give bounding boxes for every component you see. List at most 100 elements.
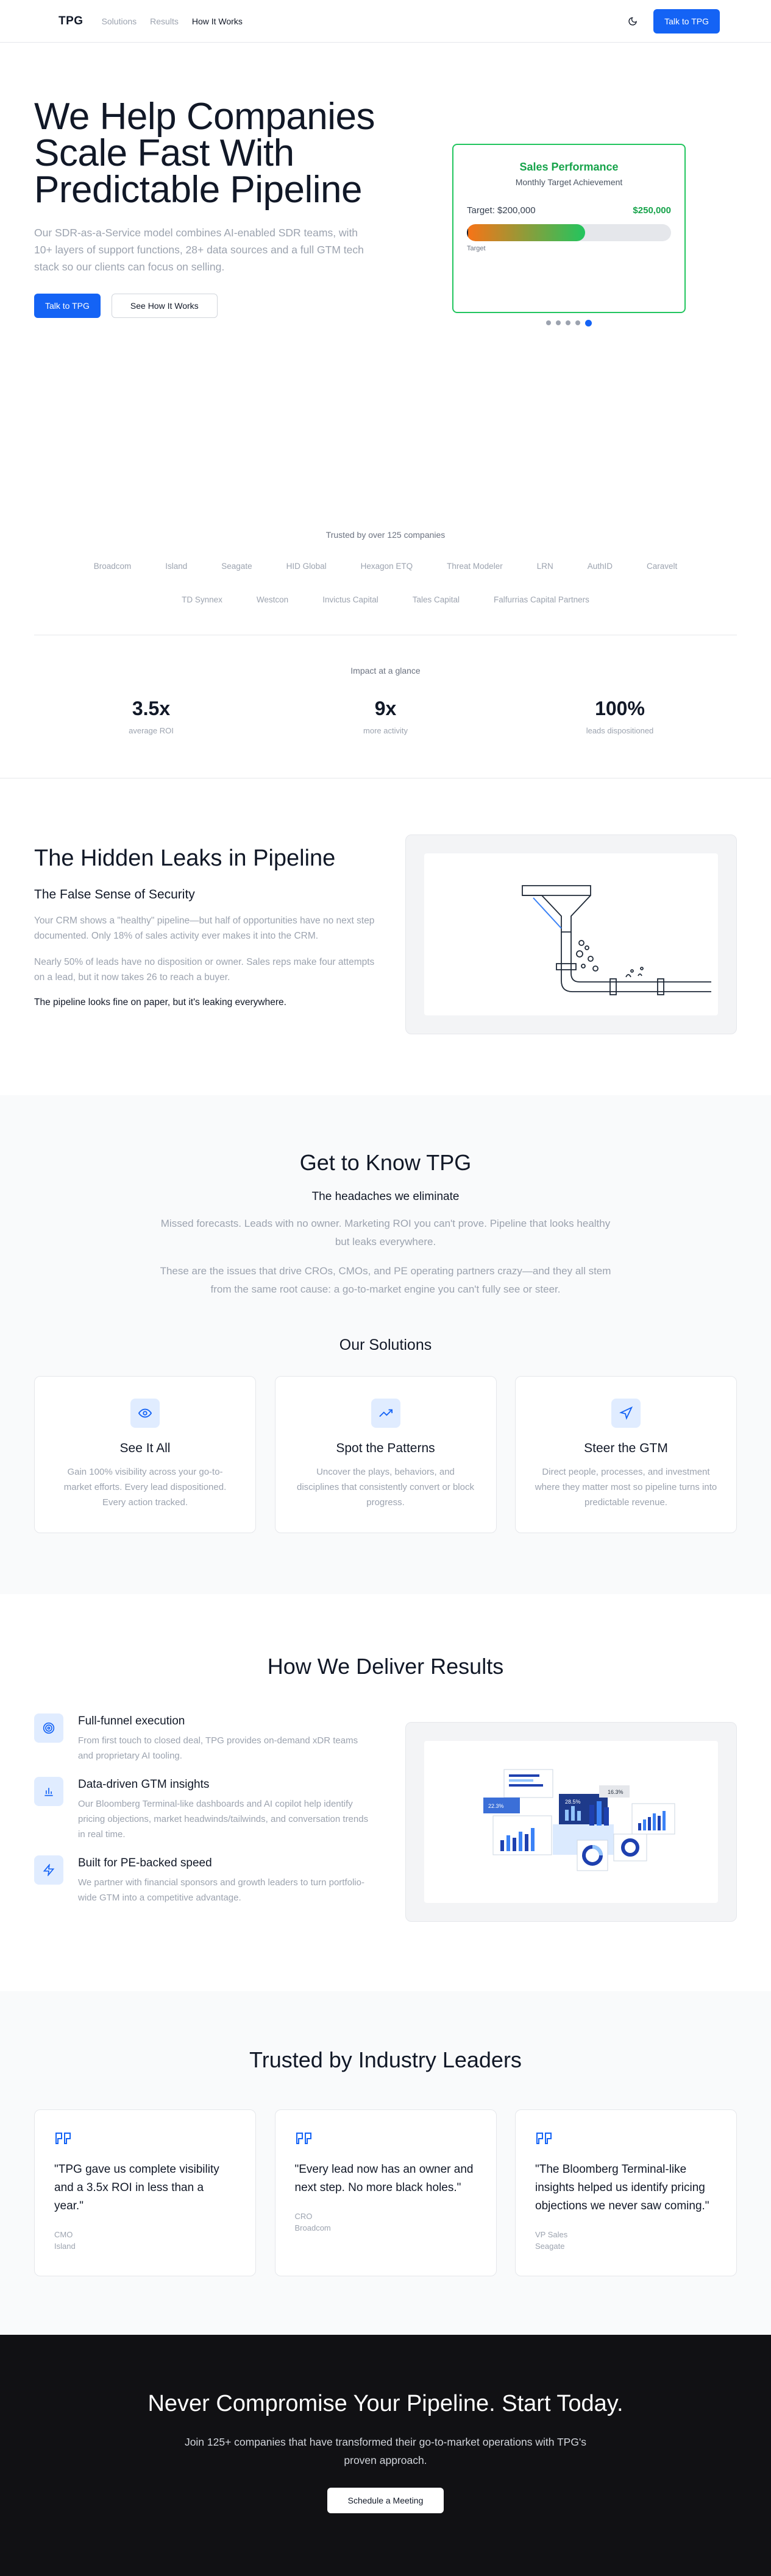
leaks-subtitle: The False Sense of Security <box>34 887 195 902</box>
carousel-dots <box>452 319 686 326</box>
target-caption: Target <box>467 245 486 252</box>
progress-fill <box>467 224 586 241</box>
testimonial-quote: "Every lead now has an owner and next st… <box>294 2163 474 2194</box>
solution-title: Spot the Patterns <box>336 1441 435 1455</box>
testimonial-role: VP Sales <box>535 2230 568 2239</box>
cta-section: Never Compromise Your Pipeline. Start To… <box>0 2335 771 2576</box>
client-logo: Falfurrias Capital Partners <box>494 595 589 604</box>
carousel-dot[interactable] <box>575 320 580 325</box>
client-logo: Seagate <box>221 562 252 571</box>
client-logo: Hexagon ETQ <box>360 562 413 571</box>
solution-text: Uncover the plays, behaviors, and discip… <box>297 1467 474 1508</box>
dash-label-1: 22.3% <box>488 1803 504 1809</box>
hero-how-button[interactable]: See How It Works <box>111 294 218 318</box>
logo[interactable]: TPG <box>59 15 83 28</box>
top-nav: TPG Solutions Results How It Works Talk … <box>0 0 771 43</box>
target-marker <box>467 224 468 241</box>
trending-up-icon <box>371 1399 400 1428</box>
impact-heading: Impact at a glance <box>350 666 421 676</box>
eye-icon <box>130 1399 160 1428</box>
leaks-paragraph-1: Your CRM shows a "healthy" pipeline—but … <box>34 916 375 941</box>
know-paragraph-2: These are the issues that drive CROs, CM… <box>160 1265 611 1295</box>
solution-text: Gain 100% visibility across your go-to-m… <box>63 1467 227 1508</box>
solution-title: See It All <box>119 1441 171 1455</box>
sales-performance-card: Sales Performance Monthly Target Achieve… <box>452 144 686 313</box>
perf-subtitle: Monthly Target Achievement <box>515 177 623 187</box>
testimonial-role: CRO <box>294 2212 313 2221</box>
stat-label: average ROI <box>129 726 174 735</box>
testimonial-company: Island <box>54 2242 76 2251</box>
cta-text: Join 125+ companies that have transforme… <box>184 2436 587 2466</box>
get-to-know-section: Get to Know TPG The headaches we elimina… <box>0 1095 771 1594</box>
deliver-results-section: How We Deliver Results Full-funnel execu… <box>34 1594 737 1991</box>
solution-title: Steer the GTM <box>584 1441 668 1455</box>
know-paragraph-1: Missed forecasts. Leads with no owner. M… <box>160 1218 611 1247</box>
carousel-dot[interactable] <box>566 320 570 325</box>
leaky-pipe-illustration-card <box>405 835 737 1034</box>
hero-title: We Help Companies Scale Fast With Predic… <box>34 96 375 211</box>
client-logo: HID Global <box>286 562 327 571</box>
nav-link-solutions[interactable]: Solutions <box>102 16 137 26</box>
target-icon <box>34 1713 63 1743</box>
bar-chart-icon <box>34 1777 63 1806</box>
feature-pe-speed: Built for PE-backed speed We partner wit… <box>34 1855 375 1905</box>
feature-text: We partner with financial sponsors and g… <box>78 1877 364 1903</box>
stat-label: more activity <box>363 726 408 735</box>
moon-icon[interactable] <box>627 15 639 27</box>
client-logo: LRN <box>536 562 553 571</box>
testimonial-company: Seagate <box>535 2242 565 2251</box>
nav-link-results[interactable]: Results <box>150 16 179 26</box>
feature-title: Built for PE-backed speed <box>78 1857 212 1869</box>
client-logo: AuthID <box>587 562 613 571</box>
carousel-dot[interactable] <box>585 319 592 326</box>
testimonial-company: Broadcom <box>294 2223 331 2232</box>
nav-links: Solutions Results How It Works <box>102 16 243 26</box>
nav-cta-button[interactable]: Talk to TPG <box>653 9 720 34</box>
cta-title: Never Compromise Your Pipeline. Start To… <box>147 2391 624 2416</box>
carousel-dot[interactable] <box>556 320 561 325</box>
quote-icon <box>296 2133 311 2144</box>
dashboard-collage-illustration: 22.3% 28.5% 16.3% <box>483 1769 675 1871</box>
dash-label-3: 16.3% <box>608 1789 624 1795</box>
stat-activity: 9x more activity <box>269 697 503 735</box>
perf-title: Sales Performance <box>519 161 619 173</box>
hero-talk-button[interactable]: Talk to TPG <box>34 294 101 318</box>
client-logo: Tales Capital <box>412 595 460 604</box>
dashboard-illustration-card: 22.3% 28.5% 16.3% <box>405 1722 737 1922</box>
leaks-title: The Hidden Leaks in Pipeline <box>34 845 336 871</box>
feature-data-driven: Data-driven GTM insights Our Bloomberg T… <box>34 1777 375 1842</box>
quote-icon <box>536 2133 552 2144</box>
nav-link-how-it-works[interactable]: How It Works <box>192 16 243 26</box>
perf-target-label: Target: $200,000 <box>467 205 536 216</box>
solution-card-see-it-all: See It All Gain 100% visibility across y… <box>34 1376 256 1533</box>
client-logo: Westcon <box>256 595 289 604</box>
feature-full-funnel: Full-funnel execution From first touch t… <box>34 1713 375 1763</box>
testimonial-quote: "TPG gave us complete visibility and a 3… <box>54 2163 219 2212</box>
stat-number: 3.5x <box>132 697 171 719</box>
stat-leads: 100% leads dispositioned <box>503 697 737 735</box>
client-logos-row-1: Broadcom Island Seagate HID Global Hexagon E… <box>34 562 737 571</box>
leaks-paragraph-2: Nearly 50% of leads have no disposition … <box>34 957 375 983</box>
carousel-dot[interactable] <box>546 320 551 325</box>
testimonial-card: "TPG gave us complete visibility and a 3… <box>34 2109 256 2276</box>
know-subtitle: The headaches we eliminate <box>311 1190 460 1203</box>
client-logo: Caravelt <box>647 562 678 571</box>
testimonials-section: Trusted by Industry Leaders "TPG gave us… <box>0 1991 771 2335</box>
solution-text: Direct people, processes, and investment… <box>535 1467 717 1508</box>
trusted-section: Trusted by over 125 companies Broadcom Is… <box>34 457 737 735</box>
testimonial-card: "Every lead now has an owner and next st… <box>274 2109 497 2276</box>
solutions-title: Our Solutions <box>339 1336 432 1353</box>
deliver-title: How We Deliver Results <box>267 1654 504 1679</box>
stat-label: leads dispositioned <box>586 726 654 735</box>
client-logo: Invictus Capital <box>322 595 378 604</box>
schedule-meeting-button[interactable]: Schedule a Meeting <box>327 2488 444 2513</box>
feature-title: Full-funnel execution <box>78 1715 185 1727</box>
testimonial-card: "The Bloomberg Terminal-like insights he… <box>515 2109 737 2276</box>
testimonial-quote: "The Bloomberg Terminal-like insights he… <box>535 2163 709 2212</box>
testimonials-title: Trusted by Industry Leaders <box>249 2047 522 2072</box>
client-logos-row-2: TD Synnex Westcon Invictus Capital Tales Ca… <box>34 595 737 604</box>
testimonial-role: CMO <box>54 2230 73 2239</box>
feature-text: From first touch to closed deal, TPG pro… <box>78 1735 358 1761</box>
client-logo: TD Synnex <box>182 595 222 604</box>
leaks-emphasis: The pipeline looks fine on paper, but it… <box>34 997 286 1007</box>
